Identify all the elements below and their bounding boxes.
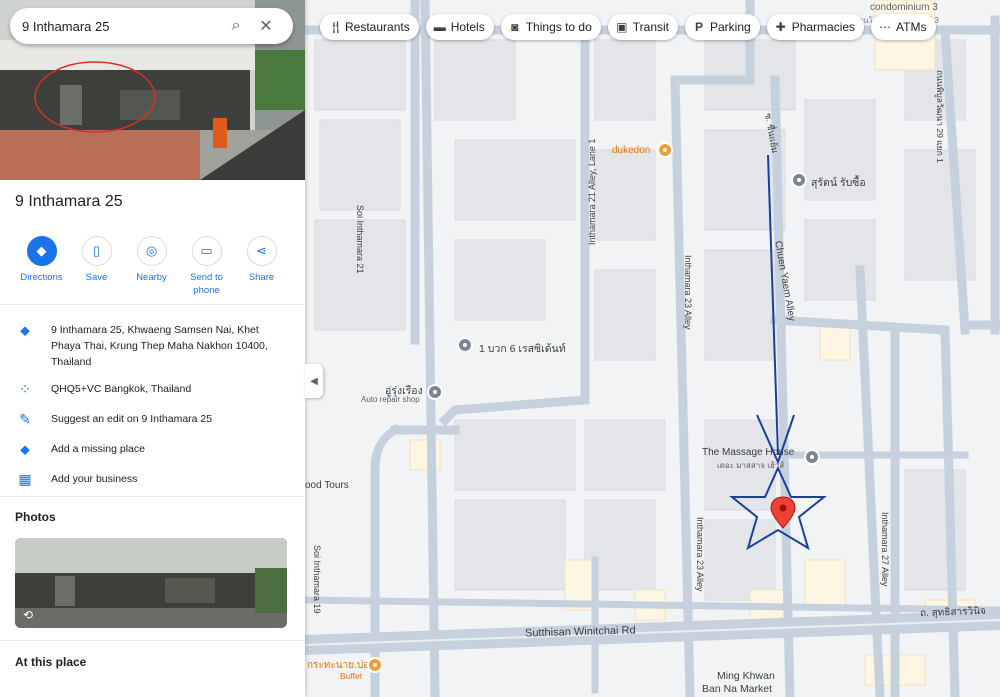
chip-label: Hotels bbox=[450, 20, 485, 34]
photos-heading: Photos bbox=[15, 510, 56, 524]
at-this-place-heading: At this place bbox=[15, 655, 87, 669]
pharmacy-icon: ✚ bbox=[775, 20, 786, 34]
search-box: ⌕ ✕ bbox=[10, 8, 293, 44]
close-button[interactable]: ✕ bbox=[251, 11, 281, 41]
category-chips: 🍴︎ Restaurants ▬ Hotels ◙ Things to do ▣ Tra… bbox=[320, 14, 936, 40]
plus-code-text: QHQ5+VC Bangkok, Thailand bbox=[51, 383, 192, 395]
chip-label: Parking bbox=[710, 20, 751, 34]
save-button[interactable]: ▯ Save bbox=[69, 236, 124, 297]
poi-market-label: Ming Khwan bbox=[717, 670, 775, 682]
nearby-icon: ◎ bbox=[136, 236, 167, 266]
pencil-icon: ✎ bbox=[19, 411, 31, 427]
parking-icon: P bbox=[694, 20, 703, 34]
store-icon: ▦ bbox=[18, 471, 32, 487]
add-business-text: Add your business bbox=[51, 473, 138, 485]
atm-icon: ⋯ bbox=[879, 20, 892, 34]
photo-image bbox=[15, 538, 287, 628]
map-svg bbox=[305, 0, 1000, 697]
poi-massage-label: The Massage House bbox=[702, 447, 795, 458]
action-label: Directions bbox=[20, 272, 63, 283]
search-button[interactable]: ⌕ bbox=[221, 11, 251, 41]
street-view-icon: ⟲ bbox=[23, 608, 34, 622]
address-row[interactable]: ⬥ 9 Inthamara 25, Khwaeng Samsen Nai, Kh… bbox=[15, 322, 281, 370]
street-soi19-label: Soi Inthamara 19 bbox=[312, 545, 322, 614]
divider bbox=[0, 640, 305, 641]
chip-label: Things to do bbox=[525, 20, 592, 34]
poi-dukedon-label: dukedon bbox=[612, 145, 651, 156]
poi-buffet-label: Buffet bbox=[340, 671, 363, 681]
map-canvas[interactable]: condominium 3 คอนโดมิเนียมทาวเวอร์ 3 duk… bbox=[305, 0, 1000, 697]
action-label: Nearby bbox=[136, 272, 167, 283]
add-place-icon: ⬥ bbox=[20, 441, 30, 457]
chip-label: Pharmacies bbox=[791, 20, 856, 34]
fork-knife-icon: 🍴︎ bbox=[328, 20, 344, 34]
share-button[interactable]: ⋖ Share bbox=[234, 236, 289, 297]
bookmark-icon: ▯ bbox=[81, 236, 112, 266]
chevron-left-icon: ◀ bbox=[310, 375, 318, 387]
street-alley23-lower-label: Inthamara 23 Alley bbox=[695, 517, 705, 592]
search-input[interactable] bbox=[22, 18, 221, 34]
restaurant-icon[interactable] bbox=[657, 142, 673, 158]
suggest-edit-row[interactable]: ✎ Suggest an edit on 9 Inthamara 25 bbox=[15, 411, 281, 428]
poi-pin-icon[interactable] bbox=[804, 449, 820, 465]
poi-pin-icon[interactable] bbox=[457, 337, 473, 353]
chip-things-to-do[interactable]: ◙ Things to do bbox=[500, 14, 601, 40]
plus-code-icon: ⁘ bbox=[19, 381, 31, 397]
close-icon: ✕ bbox=[259, 18, 273, 35]
poi-bus6-label: 1 บวก 6 เรสซิเด้นท์ bbox=[479, 343, 566, 355]
search-icon: ⌕ bbox=[231, 17, 241, 34]
add-missing-place-row[interactable]: ⬥ Add a missing place bbox=[15, 441, 281, 458]
action-label: Share bbox=[248, 272, 275, 283]
poi-massage-thai-label: เดอะ มาสสาจ เฮ้าส์ bbox=[717, 461, 785, 470]
send-to-phone-button[interactable]: ▭ Send to phone bbox=[179, 236, 234, 297]
add-business-row[interactable]: ▦ Add your business bbox=[15, 471, 281, 488]
plus-code-row[interactable]: ⁘ QHQ5+VC Bangkok, Thailand bbox=[15, 381, 281, 398]
chip-label: ATMs bbox=[896, 20, 927, 34]
place-panel: ⌕ ✕ 9 Inthamara 25 ◆ Directions ▯ Save ◎… bbox=[0, 0, 305, 697]
chip-atms[interactable]: ⋯ ATMs bbox=[871, 14, 936, 40]
add-missing-text: Add a missing place bbox=[51, 443, 145, 455]
chip-restaurants[interactable]: 🍴︎ Restaurants bbox=[320, 14, 419, 40]
divider bbox=[0, 304, 305, 305]
action-label: Send to phone bbox=[190, 272, 223, 296]
bed-icon: ▬ bbox=[433, 20, 446, 34]
street-alley21-lane1-label: Inthamara 21 Alley, Lane 1 bbox=[587, 138, 597, 245]
street-alley27-label: Inthamara 27 Alley bbox=[880, 512, 890, 587]
chip-label: Restaurants bbox=[345, 20, 410, 34]
directions-button[interactable]: ◆ Directions bbox=[14, 236, 69, 297]
directions-icon: ◆ bbox=[26, 236, 57, 266]
suggest-edit-text: Suggest an edit on 9 Inthamara 25 bbox=[51, 413, 213, 425]
nearby-button[interactable]: ◎ Nearby bbox=[124, 236, 179, 297]
chip-parking[interactable]: P Parking bbox=[685, 14, 760, 40]
camera-icon: ◙ bbox=[511, 20, 519, 34]
collapse-panel-button[interactable]: ◀ bbox=[305, 364, 323, 398]
poi-condo-label: condominium 3 bbox=[870, 2, 938, 13]
street-soi21-label: Soi Inthamara 21 bbox=[355, 205, 365, 274]
chip-pharmacies[interactable]: ✚ Pharmacies bbox=[766, 14, 865, 40]
place-title: 9 Inthamara 25 bbox=[15, 193, 123, 210]
address-text: 9 Inthamara 25, Khwaeng Samsen Nai, Khet… bbox=[51, 324, 268, 368]
share-icon: ⋖ bbox=[246, 236, 277, 266]
chip-label: Transit bbox=[632, 20, 669, 34]
poi-pin-icon[interactable] bbox=[427, 384, 443, 400]
poi-market2-label: Ban Na Market bbox=[702, 683, 773, 695]
divider bbox=[0, 496, 305, 497]
location-pin-icon: ⬥ bbox=[20, 322, 30, 338]
street-thai-road-label: ถ. สุทธิสารวินิจ bbox=[919, 605, 986, 620]
bus-icon: ▣ bbox=[616, 20, 628, 34]
action-bar: ◆ Directions ▯ Save ◎ Nearby ▭ Send to p… bbox=[14, 236, 289, 297]
chip-hotels[interactable]: ▬ Hotels bbox=[425, 14, 494, 40]
poi-tours-label: ood Tours bbox=[305, 480, 349, 491]
action-label: Save bbox=[85, 272, 108, 283]
photo-thumbnail[interactable]: ⟲ bbox=[15, 538, 287, 628]
chip-transit[interactable]: ▣ Transit bbox=[607, 14, 678, 40]
poi-urung-sub-label: Auto repair shop bbox=[361, 395, 420, 404]
poi-pin-icon[interactable] bbox=[791, 172, 807, 188]
restaurant-icon[interactable] bbox=[367, 657, 383, 673]
street-thai-road-top-label: ถนนพิบูลวัฒนา 29 แยก 1 bbox=[935, 70, 945, 163]
phone-icon: ▭ bbox=[191, 236, 222, 266]
street-alley23-label: Inthamara 23 Alley bbox=[683, 255, 693, 330]
poi-surat-label: สุรัตน์ รับซื้อ bbox=[811, 177, 866, 189]
hero-photo[interactable]: ⌕ ✕ bbox=[0, 0, 305, 180]
